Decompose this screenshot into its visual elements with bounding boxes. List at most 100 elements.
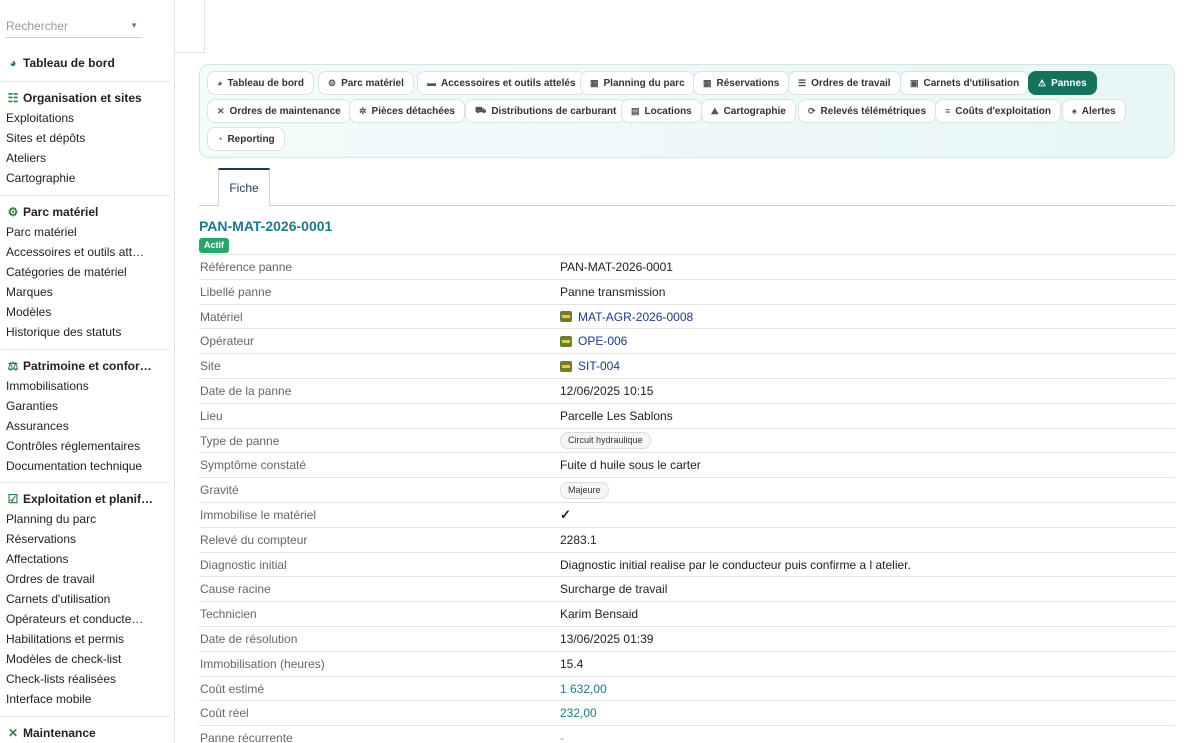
field-row: Diagnostic initial Diagnostic initial rea… (199, 551, 1175, 577)
sidebar-item[interactable]: Historique des statuts (0, 322, 145, 342)
sidebar-section-exploitation: ☑ Exploitation et planif… Planning du pa… (0, 489, 170, 709)
sidebar-section-maintenance: ✕ Maintenance (0, 723, 170, 743)
sidebar-item[interactable]: Parc matériel (0, 222, 145, 242)
field-label: Cause racine (200, 582, 271, 597)
field-value-link[interactable]: MAT-AGR-2026-0008 (560, 305, 693, 329)
sidebar-item[interactable]: Sites et dépôts (0, 128, 145, 148)
field-label: Symptôme constaté (200, 458, 307, 473)
field-label: Diagnostic initial (200, 557, 287, 572)
map-icon: ⛰ (711, 105, 719, 116)
link-text[interactable]: SIT-004 (578, 354, 620, 378)
sidebar-item[interactable]: Contrôles réglementaires (0, 436, 145, 456)
nav-pill-cartographie[interactable]: ⛰ Cartographie (701, 99, 796, 123)
field-row: Opérateur OPE-006 (199, 328, 1175, 353)
sidebar-item[interactable]: Assurances (0, 416, 145, 436)
nav-pill-telemetrie[interactable]: ⟳ Relevés télémétriques (798, 99, 937, 123)
sidebar-item[interactable]: Planning du parc (0, 509, 145, 529)
field-label: Technicien (200, 607, 257, 622)
field-value: Panne transmission (560, 284, 666, 299)
top-bar-box (175, 0, 205, 53)
sidebar-item[interactable]: Carnets d'utilisation (0, 589, 145, 609)
sidebar-section-parc: ⚙ Parc matériel Parc matériel Accessoire… (0, 202, 170, 342)
nav-pill-pannes[interactable]: ⚠ Pannes (1028, 71, 1097, 95)
field-label: Date de la panne (200, 383, 292, 398)
field-value: - (560, 731, 564, 743)
sidebar-item-dashboard[interactable]: ◕ Tableau de bord (6, 56, 114, 70)
sidebar-item[interactable]: Immobilisations (0, 376, 145, 396)
sidebar-item[interactable]: Ateliers (0, 148, 145, 168)
link-text[interactable]: OPE-006 (578, 329, 627, 353)
field-row: Immobilise le matériel ✓ (199, 501, 1175, 527)
field-label: Site (200, 359, 221, 374)
record-fields: Référence panne PAN-MAT-2026-0001 Libellé… (199, 254, 1175, 743)
document-icon: ▤ (631, 105, 640, 116)
nav-pill-alertes[interactable]: ♠ Alertes (1062, 99, 1126, 123)
field-value-link[interactable]: OPE-006 (560, 329, 627, 353)
sidebar-item[interactable]: Réservations (0, 529, 145, 549)
sidebar-section-header[interactable]: ✕ Maintenance (0, 723, 170, 743)
field-row: Date de résolution 13/06/2025 01:39 (199, 625, 1175, 651)
field-value: 15.4 (560, 656, 584, 671)
nav-pill-locations[interactable]: ▤ Locations (621, 99, 702, 123)
field-label: Opérateur (200, 334, 255, 349)
coins-icon: ≡ (945, 106, 951, 116)
sidebar-section-header[interactable]: ☑ Exploitation et planif… (0, 489, 170, 509)
search-input[interactable]: Rechercher ▼ (6, 14, 142, 38)
sidebar-item[interactable]: Catégories de matériel (0, 262, 145, 282)
nav-pill-reporting[interactable]: ◔ Reporting (207, 127, 285, 151)
sidebar-section-header[interactable]: ☷ Organisation et sites (0, 88, 170, 108)
sidebar-item[interactable]: Modèles (0, 302, 145, 322)
nav-pill-ordres-maintenance[interactable]: ✕ Ordres de maintenance (207, 99, 351, 123)
sidebar-item[interactable]: Modèles de check-list (0, 649, 145, 669)
field-row: Immobilisation (heures) 15.4 (199, 650, 1175, 676)
sidebar-item[interactable]: Check-lists réalisées (0, 669, 145, 689)
tab-fiche[interactable]: Fiche (218, 168, 270, 206)
field-value: PAN-MAT-2026-0001 (560, 260, 673, 274)
field-row: Relevé du compteur 2283.1 (199, 526, 1175, 552)
calendar-icon: ▦ (590, 77, 599, 88)
nav-pill-carnets[interactable]: ▣ Carnets d'utilisation (900, 71, 1030, 95)
sidebar-item[interactable]: Cartographie (0, 168, 145, 188)
field-value: 13/06/2025 01:39 (560, 631, 654, 646)
divider (0, 195, 170, 196)
field-label: Panne récurrente (200, 731, 293, 743)
nav-pill-planning[interactable]: ▦ Planning du parc (580, 71, 695, 95)
checklist-icon: ☑ (7, 492, 19, 506)
field-row: Technicien Karim Bensaid (199, 601, 1175, 626)
sidebar: Rechercher ▼ ◕ Tableau de bord ☷ Organis… (0, 0, 175, 743)
nav-pill-dashboard[interactable]: ◕ Tableau de bord (207, 71, 314, 95)
field-label: Date de résolution (200, 631, 298, 646)
sidebar-item[interactable]: Habilitations et permis (0, 629, 145, 649)
field-row: Site SIT-004 (199, 353, 1175, 378)
sidebar-item[interactable]: Accessoires et outils attel… (0, 242, 145, 262)
sidebar-section-header[interactable]: ⚖ Patrimoine et confor… (0, 356, 170, 376)
nav-pill-ordres-travail[interactable]: ☰ Ordres de travail (788, 71, 901, 95)
satellite-icon: ⟳ (808, 105, 816, 116)
sidebar-item[interactable]: Ordres de travail (0, 569, 145, 589)
field-row: Gravité Majeure (199, 477, 1175, 502)
tractor-icon: ⚙ (328, 77, 337, 88)
nav-pill-accessoires[interactable]: ▬ Accessoires et outils attelés (417, 71, 586, 95)
sidebar-item[interactable]: Documentation technique (0, 456, 145, 476)
link-text[interactable]: MAT-AGR-2026-0008 (578, 305, 693, 329)
sidebar-item[interactable]: Marques (0, 282, 145, 302)
nav-pill-reservations[interactable]: ▦ Réservations (693, 71, 790, 95)
nav-pill-couts[interactable]: ≡ Coûts d'exploitation (935, 99, 1061, 123)
dashboard-icon: ◕ (217, 78, 223, 88)
calendar-check-icon: ▦ (703, 77, 712, 88)
nav-pill-pieces[interactable]: ✲ Pièces détachées (349, 99, 465, 123)
field-value-link[interactable]: SIT-004 (560, 354, 620, 378)
nav-pill-carburant[interactable]: ⛟ Distributions de carburant (465, 99, 627, 123)
sidebar-item[interactable]: Garanties (0, 396, 145, 416)
sidebar-item[interactable]: Interface mobile (0, 689, 145, 709)
chevron-down-icon[interactable]: ▼ (130, 14, 138, 38)
sidebar-section-header[interactable]: ⚙ Parc matériel (0, 202, 170, 222)
field-value: Diagnostic initial realise par le conduc… (560, 557, 911, 572)
wrench-icon: ✕ (217, 105, 225, 116)
sidebar-item[interactable]: Affectations (0, 549, 145, 569)
nav-pill-parc[interactable]: ⚙ Parc matériel (318, 71, 414, 95)
org-chart-icon: ☷ (7, 91, 19, 105)
sidebar-item[interactable]: Opérateurs et conducteurs (0, 609, 145, 629)
sidebar-item[interactable]: Exploitations (0, 108, 145, 128)
field-label: Gravité (200, 483, 239, 498)
